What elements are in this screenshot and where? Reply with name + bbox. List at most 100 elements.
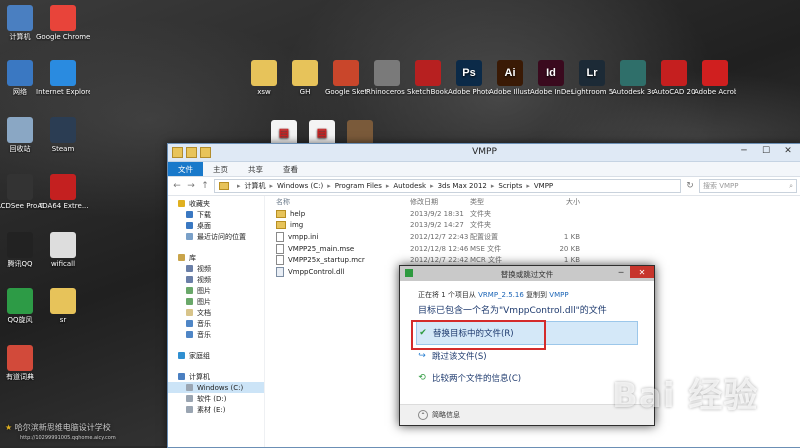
desktop-shortcut[interactable]: sr [36,288,90,324]
ribbon-tab[interactable]: 主页 [203,162,238,176]
breadcrumb-separator-icon[interactable]: ▸ [491,182,495,190]
back-arrow-icon[interactable]: ← [172,181,182,191]
breadcrumb-item[interactable]: 计算机 [245,181,266,191]
compare-option[interactable]: ⟲ 比较两个文件的信息(C) [416,367,636,389]
breadcrumb-separator-icon[interactable]: ▸ [526,182,530,190]
file-icon [276,255,284,266]
column-date[interactable]: 修改日期 [410,197,470,207]
breadcrumb-separator-icon[interactable]: ▸ [237,182,241,190]
document-icon [186,309,193,316]
minimize-button[interactable]: ─ [733,144,755,158]
breadcrumb-separator-icon[interactable]: ▸ [386,182,390,190]
desktop-shortcut[interactable]: Google Chrome [36,5,90,41]
breadcrumb-item[interactable]: Windows (C:) [277,182,323,190]
forward-arrow-icon[interactable]: → [186,181,196,191]
nav-item[interactable]: 视频 [168,274,264,285]
desktop-shortcut[interactable]: xsw [243,60,285,96]
desktop-shortcut[interactable]: Autodesk 3ds Max ... [612,60,654,96]
desktop-shortcut[interactable]: 有道词典 [0,345,47,381]
nav-item[interactable]: 音乐 [168,329,264,340]
desktop-shortcut[interactable]: wificall [36,232,90,268]
file-row[interactable]: vmpp.ini 2012/12/7 22:43 配置设置 1 KB [272,231,800,243]
desktop-shortcut[interactable]: ADA64 Extre... [36,174,90,210]
breadcrumb-item[interactable]: Autodesk [393,182,426,190]
nav-item[interactable]: 图片 [168,285,264,296]
breadcrumb-item[interactable]: VMPP [534,182,553,190]
nav-item[interactable]: 音乐 [168,318,264,329]
nav-item[interactable]: 文档 [168,307,264,318]
nav-item[interactable]: 素材 (E:) [168,404,264,415]
file-date: 2012/12/8 12:46 [410,244,469,253]
chrome-icon [50,5,76,31]
drive-icon [186,384,193,391]
desktop-shortcut[interactable]: AutoCAD 2014 - ... [653,60,695,96]
column-size[interactable]: 大小 [540,197,580,207]
breadcrumb-item[interactable]: Scripts [498,182,522,190]
maximize-button[interactable]: ☐ [755,144,777,158]
file-row[interactable]: VMPP25_main.mse 2012/12/8 12:46 MSE 文件 20 K… [272,243,800,255]
search-input[interactable]: 搜索 VMPP ⌕ [699,179,797,193]
3dsmax-icon [620,60,646,86]
nav-item[interactable]: 下载 [168,209,264,220]
navigation-pane: 收藏夹 下载 桌面 最近访问的位置库视频 视频 图片 图片 文档 音乐 音乐 家庭组 计算机 Windo… [168,196,265,447]
nav-item[interactable]: 库 [168,252,264,263]
file-size: 1 KB [563,256,580,265]
up-arrow-icon[interactable]: ↑ [200,181,210,191]
skip-icon: ↪ [418,351,426,361]
refresh-icon[interactable]: ↻ [685,181,695,191]
chevron-up-icon[interactable]: ⌃ [418,410,428,420]
desktop-shortcut[interactable]: SketchBook Pro 2011 [407,60,449,96]
nav-item[interactable]: 最近访问的位置 [168,231,264,242]
skip-option[interactable]: ↪ 跳过该文件(S) [416,345,636,367]
nav-item[interactable]: 图片 [168,296,264,307]
close-button[interactable]: ✕ [777,144,799,158]
ribbon-tab[interactable]: 查看 [273,162,308,176]
recycle-bin-icon [7,117,33,143]
column-type[interactable]: 类型 [470,197,540,207]
desktop-shortcut[interactable]: PsAdobe Photosh... [448,60,490,96]
breadcrumb-item[interactable]: 3ds Max 2012 [438,182,487,190]
desktop-shortcut[interactable]: Rhinoceros 5 (64-bit) [366,60,408,96]
music-icon [186,320,193,327]
destination-link[interactable]: VMPP [549,291,568,299]
folder-icon [292,60,318,86]
fewer-details-link[interactable]: 简略信息 [432,410,460,420]
desktop-shortcut[interactable]: Steam [36,117,90,153]
nav-item[interactable]: Windows (C:) [168,382,264,393]
file-row[interactable]: img 2013/9/2 14:27 文件夹 [272,220,800,232]
nav-item[interactable]: 视频 [168,263,264,274]
file-date: 2013/9/2 14:27 [410,221,464,230]
desktop-shortcut[interactable]: Google SketchUp 8 [325,60,367,96]
nav-item[interactable]: 软件 (D:) [168,393,264,404]
address-bar[interactable]: ▸ 计算机 ▸ Windows (C:) ▸ Program Files ▸ Autodesk… [214,179,681,193]
ribbon-tab[interactable]: 文件 [168,162,203,176]
dialog-close-button[interactable]: ✕ [630,266,654,278]
desktop-shortcut[interactable]: AiAdobe Illustrato... [489,60,531,96]
ribbon-tab[interactable]: 共享 [238,162,273,176]
desktop-shortcut[interactable]: IdAdobe InDesign ... [530,60,572,96]
desktop-shortcut[interactable]: LrLightroom 5 64 位 [571,60,613,96]
column-name[interactable]: 名称 [272,197,410,207]
replace-option[interactable]: ✔ 替换目标中的文件(R) [416,321,638,345]
drive-icon [186,406,193,413]
nav-item[interactable]: 家庭组 [168,350,264,361]
breadcrumb-separator-icon[interactable]: ▸ [270,182,274,190]
file-name: img [290,221,304,230]
nav-item[interactable]: 收藏夹 [168,198,264,209]
address-row: ← → ↑ ▸ 计算机 ▸ Windows (C:) ▸ Program Files ▸ Au… [168,177,800,196]
source-link[interactable]: VRMP_2.5.16 [478,291,524,299]
breadcrumb-separator-icon[interactable]: ▸ [327,182,331,190]
desktop-shortcut[interactable]: Adobe Acrobat... [694,60,736,96]
dialog-minimize-button[interactable]: ─ [612,266,630,278]
desktop-shortcut[interactable]: GH [284,60,326,96]
youdao-icon [7,345,33,371]
nav-item[interactable]: 计算机 [168,371,264,382]
file-row[interactable]: help 2013/9/2 18:31 文件夹 [272,208,800,220]
ribbon-tabs: 文件 主页 共享 查看 [168,162,800,177]
breadcrumb-item[interactable]: Program Files [335,182,382,190]
desktop-shortcut[interactable]: Internet Explorer [36,60,90,96]
nav-item[interactable]: 桌面 [168,220,264,231]
breadcrumb-separator-icon[interactable]: ▸ [430,182,434,190]
acdsee-icon [7,174,33,200]
folder-icon [276,221,286,230]
